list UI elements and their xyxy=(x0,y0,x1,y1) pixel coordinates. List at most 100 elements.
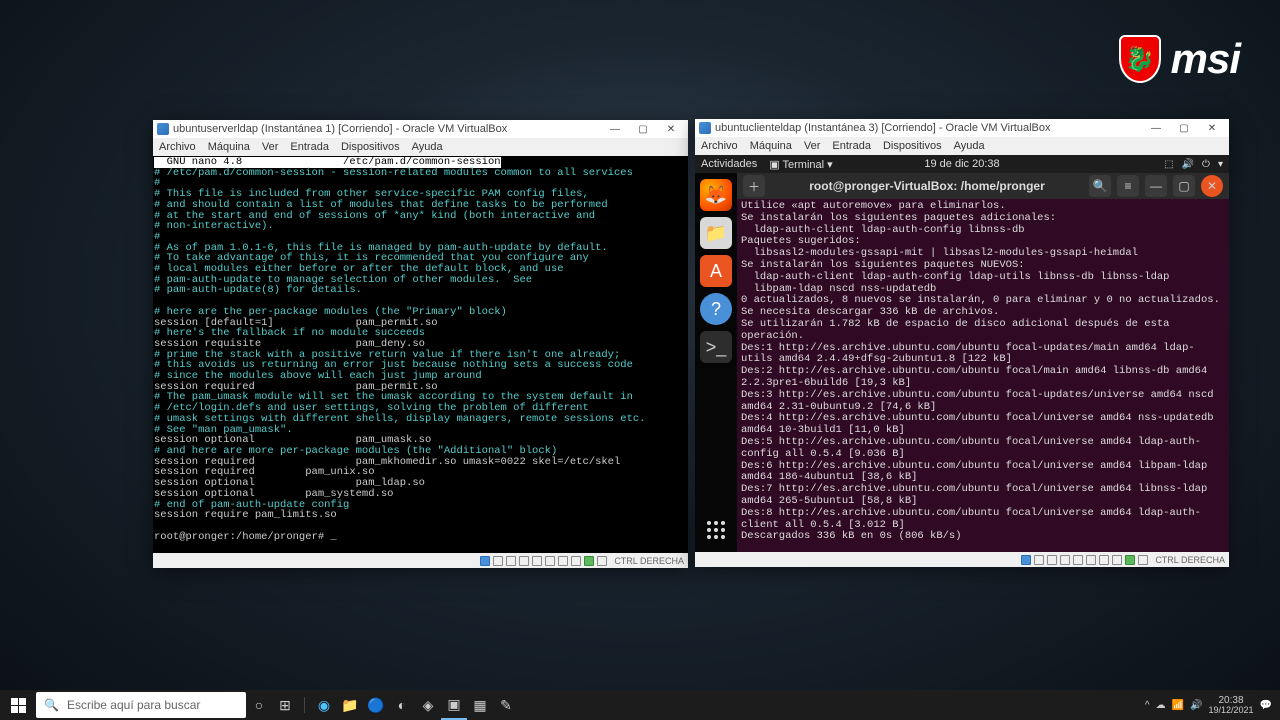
minimize-button[interactable]: — xyxy=(1145,175,1167,197)
maximize-button[interactable]: ▢ xyxy=(630,121,656,137)
audio-icon xyxy=(1047,555,1057,565)
gnome-terminal-window[interactable]: ＋ root@pronger-VirtualBox: /home/pronger… xyxy=(737,173,1229,552)
menu-ayuda[interactable]: Ayuda xyxy=(412,141,443,153)
clock-gnome[interactable]: 19 de dic 20:38 xyxy=(924,158,999,170)
vm-state-icon xyxy=(584,556,594,566)
menu-entrada[interactable]: Entrada xyxy=(832,140,871,152)
menu-entrada[interactable]: Entrada xyxy=(290,141,329,153)
terminal-headerbar[interactable]: ＋ root@pronger-VirtualBox: /home/pronger… xyxy=(737,173,1229,199)
steam-icon[interactable]: ◐ xyxy=(389,690,415,720)
windows-taskbar[interactable]: 🔍 Escribe aquí para buscar ○ ⊞ ◉ 📁 🔵 ◐ ◈… xyxy=(0,690,1280,720)
virtualbox-task[interactable]: ▣ xyxy=(441,690,467,720)
window-title: ubuntuserverldap (Instantánea 1) [Corrie… xyxy=(173,123,507,135)
edge-icon[interactable]: ◉ xyxy=(311,690,337,720)
app-menu-label: Terminal ▾ xyxy=(783,159,833,171)
search-icon: 🔍 xyxy=(44,698,59,712)
shared-folder-icon xyxy=(545,556,555,566)
tray-icon[interactable]: ☁ xyxy=(1156,700,1166,711)
titlebar-right[interactable]: ubuntuclienteldap (Instantánea 3) [Corri… xyxy=(695,119,1229,137)
host-key-label: CTRL DERECHA xyxy=(614,556,684,566)
cortana-button[interactable]: ○ xyxy=(246,690,272,720)
app-icon-2[interactable]: ▦ xyxy=(467,690,493,720)
menu-dispositivos[interactable]: Dispositivos xyxy=(883,140,942,152)
menu-maquina[interactable]: Máquina xyxy=(750,140,792,152)
terminal-output[interactable]: Utilice «apt autoremove» para eliminarlo… xyxy=(737,199,1229,552)
search-input[interactable]: 🔍 Escribe aquí para buscar xyxy=(36,692,246,718)
taskbar-clock[interactable]: 20:38 19/12/2021 xyxy=(1209,696,1254,715)
menu-archivo[interactable]: Archivo xyxy=(159,141,196,153)
optical-icon xyxy=(1034,555,1044,565)
host-key-label: CTRL DERECHA xyxy=(1155,555,1225,565)
start-button[interactable] xyxy=(0,690,36,720)
activities-button[interactable]: Actividades xyxy=(701,158,757,170)
minimize-button[interactable]: — xyxy=(1143,120,1169,136)
maximize-button[interactable]: ▢ xyxy=(1171,120,1197,136)
app-menu[interactable]: ▣ Terminal ▾ xyxy=(769,158,832,171)
menu-ayuda[interactable]: Ayuda xyxy=(954,140,985,152)
gnome-dock[interactable]: 🦊 📁 A ? >_ xyxy=(695,173,737,552)
status-area[interactable]: ⬚ 🔊 ⏻ ▾ xyxy=(1164,159,1223,170)
system-tray[interactable]: ^ ☁ 📶 🔊 20:38 19/12/2021 💬 xyxy=(1145,696,1280,715)
maximize-button[interactable]: ▢ xyxy=(1173,175,1195,197)
dock-files[interactable]: 📁 xyxy=(700,217,732,249)
gnome-top-bar[interactable]: Actividades ▣ Terminal ▾ 19 de dic 20:38… xyxy=(695,155,1229,173)
app-icon-1[interactable]: ◈ xyxy=(415,690,441,720)
file-explorer-icon[interactable]: 📁 xyxy=(337,690,363,720)
vm-screen-right[interactable]: Actividades ▣ Terminal ▾ 19 de dic 20:38… xyxy=(695,155,1229,552)
dock-software[interactable]: A xyxy=(700,255,732,287)
close-button[interactable]: ✕ xyxy=(1201,175,1223,197)
menubar-left[interactable]: Archivo Máquina Ver Entrada Dispositivos… xyxy=(153,138,688,156)
dock-help[interactable]: ? xyxy=(700,293,732,325)
hamburger-menu[interactable]: ≡ xyxy=(1117,175,1139,197)
virtualbox-icon xyxy=(157,123,169,135)
close-button[interactable]: ✕ xyxy=(1199,120,1225,136)
cpu-icon xyxy=(597,556,607,566)
menu-ver[interactable]: Ver xyxy=(804,140,821,152)
notifications-button[interactable]: 💬 xyxy=(1260,700,1272,711)
dragon-shield-icon: 🐉 xyxy=(1119,35,1161,83)
minimize-button[interactable]: — xyxy=(602,121,628,137)
vm-screen-left[interactable]: GNU nano 4.8 /etc/pam.d/common-session #… xyxy=(153,156,688,553)
search-button[interactable]: 🔍 xyxy=(1089,175,1111,197)
chevron-down-icon: ▾ xyxy=(1218,159,1223,170)
statusbar-left: CTRL DERECHA xyxy=(153,553,688,568)
clock-date: 19/12/2021 xyxy=(1209,706,1254,715)
network-icon: ⬚ xyxy=(1164,159,1173,170)
app-icon-3[interactable]: ✎ xyxy=(493,690,519,720)
close-button[interactable]: ✕ xyxy=(658,121,684,137)
recording-icon xyxy=(1112,555,1122,565)
terminal-title: root@pronger-VirtualBox: /home/pronger xyxy=(771,179,1083,193)
vm-window-client[interactable]: ubuntuclienteldap (Instantánea 3) [Corri… xyxy=(695,119,1229,567)
network-icon xyxy=(519,556,529,566)
chrome-icon[interactable]: 🔵 xyxy=(363,690,389,720)
dock-firefox[interactable]: 🦊 xyxy=(700,179,732,211)
menu-ver[interactable]: Ver xyxy=(262,141,279,153)
task-view-button[interactable]: ⊞ xyxy=(272,690,298,720)
power-icon: ⏻ xyxy=(1202,159,1210,170)
titlebar-left[interactable]: ubuntuserverldap (Instantánea 1) [Corrie… xyxy=(153,120,688,138)
tray-chevron-up-icon[interactable]: ^ xyxy=(1145,700,1150,711)
statusbar-right: CTRL DERECHA xyxy=(695,552,1229,567)
network-tray-icon[interactable]: 📶 xyxy=(1172,700,1184,711)
search-placeholder: Escribe aquí para buscar xyxy=(67,698,200,712)
menubar-right[interactable]: Archivo Máquina Ver Entrada Dispositivos… xyxy=(695,137,1229,155)
recording-icon xyxy=(571,556,581,566)
menu-maquina[interactable]: Máquina xyxy=(208,141,250,153)
volume-tray-icon[interactable]: 🔊 xyxy=(1190,700,1202,711)
terminal-icon: ▣ xyxy=(769,159,779,171)
dock-show-apps[interactable] xyxy=(700,514,732,546)
console-output[interactable]: GNU nano 4.8 /etc/pam.d/common-session #… xyxy=(153,156,688,553)
new-tab-button[interactable]: ＋ xyxy=(743,175,765,197)
window-title: ubuntuclienteldap (Instantánea 3) [Corri… xyxy=(715,122,1050,134)
audio-icon xyxy=(506,556,516,566)
brand-text: msi xyxy=(1171,35,1240,83)
msi-logo: 🐉 msi xyxy=(1119,35,1240,83)
menu-dispositivos[interactable]: Dispositivos xyxy=(341,141,400,153)
menu-archivo[interactable]: Archivo xyxy=(701,140,738,152)
network-icon xyxy=(1060,555,1070,565)
virtualbox-icon xyxy=(699,122,711,134)
hdd-icon xyxy=(480,556,490,566)
usb-icon xyxy=(1073,555,1083,565)
dock-terminal[interactable]: >_ xyxy=(700,331,732,363)
vm-window-server[interactable]: ubuntuserverldap (Instantánea 1) [Corrie… xyxy=(153,120,688,568)
